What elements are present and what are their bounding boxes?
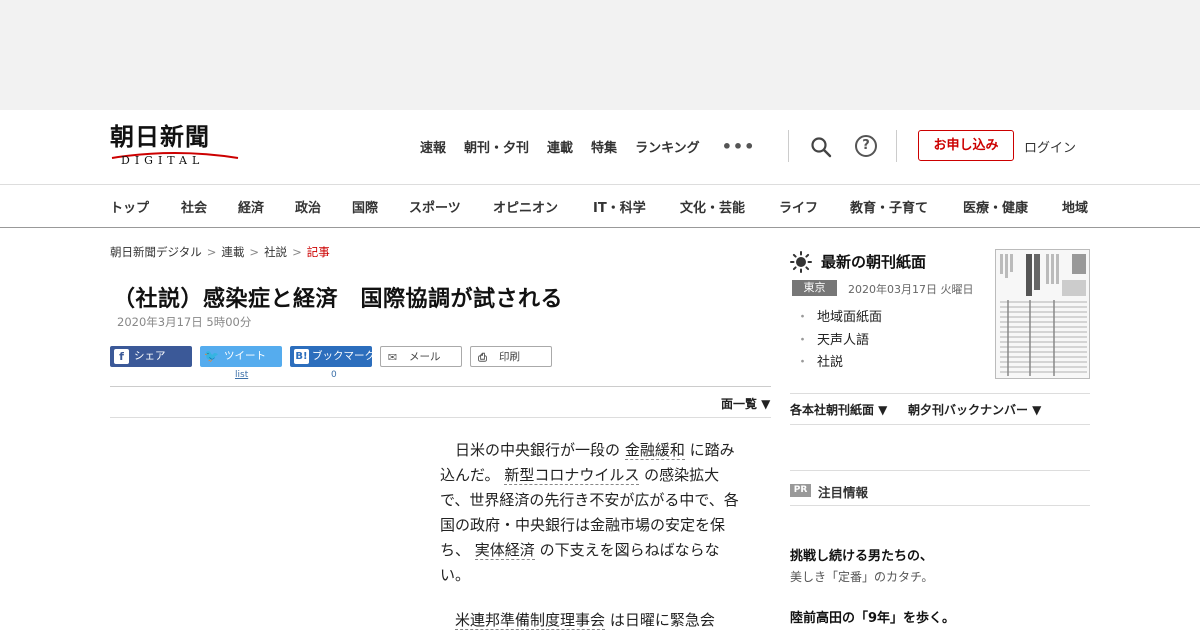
divider [790, 393, 1090, 394]
keyword-link[interactable]: 実体経済 [474, 541, 535, 560]
sidebar-link-label: 天声人語 [817, 333, 870, 348]
facebook-icon: f [114, 349, 129, 364]
logo-subtitle: DIGITAL [121, 154, 205, 167]
site-header: 朝日新聞 DIGITAL 速報 朝刊・夕刊 連載 特集 ランキング ••• ? … [0, 110, 1200, 228]
sidebar-link[interactable]: ・社説 [796, 351, 843, 370]
edition-badge: 東京 [792, 280, 837, 296]
page-list-dropdown[interactable]: 面一覧 ▼ [721, 395, 770, 412]
newspaper-page-image [996, 250, 1089, 378]
category-tab[interactable]: ライフ [779, 197, 818, 216]
sidebar-link[interactable]: ・天声人語 [796, 329, 869, 348]
breadcrumb-home[interactable]: 朝日新聞デジタル [110, 245, 202, 259]
edition-date: 2020年03月17日 火曜日 [848, 283, 974, 296]
nav-divider [896, 130, 897, 162]
divider [790, 470, 1090, 471]
divider [110, 386, 771, 387]
sidebar-link-label: 地域面紙面 [817, 310, 883, 325]
mail-icon: ✉ [387, 351, 398, 364]
category-tab[interactable]: 医療・健康 [963, 197, 1028, 216]
category-tab[interactable]: オピニオン [493, 197, 558, 216]
twitter-icon: 🐦 [204, 349, 219, 363]
print-button[interactable]: ⎙ 印刷 [470, 346, 552, 367]
article-title: （社説）感染症と経済 国際協調が試される [113, 287, 564, 312]
bullet-icon: ・ [796, 355, 810, 370]
facebook-share-button[interactable]: f シェア [110, 346, 192, 367]
category-tab[interactable]: 国際 [352, 197, 378, 216]
print-icon: ⎙ [478, 351, 487, 364]
ad-banner-area [0, 0, 1200, 110]
backnumber-dropdown[interactable]: 朝夕刊バックナンバー ▼ [908, 401, 1041, 418]
more-icon[interactable]: ••• [722, 137, 756, 156]
divider [790, 505, 1090, 506]
article-text: 日米の中央銀行が一段の [455, 441, 621, 459]
keyword-link[interactable]: 米連邦準備制度理事会 [455, 611, 606, 630]
breadcrumb: 朝日新聞デジタル > 連載 > 社説 > 記事 [110, 244, 330, 260]
mail-share-button[interactable]: ✉ メール [380, 346, 462, 367]
sidebar-link-label: 社説 [817, 355, 844, 370]
promo-title[interactable]: 挑戦し続ける男たちの、 [790, 545, 933, 564]
twitter-share-label: ツイート [224, 350, 266, 362]
divider [790, 424, 1090, 425]
search-icon[interactable] [810, 136, 832, 158]
help-icon[interactable]: ? [855, 135, 877, 157]
category-tab[interactable]: 経済 [238, 197, 264, 216]
print-label: 印刷 [499, 351, 520, 363]
logo-title: 朝日新聞 [110, 122, 210, 151]
regional-edition-dropdown[interactable]: 各本社朝刊紙面 ▼ [790, 401, 887, 418]
breadcrumb-series[interactable]: 連載 [221, 245, 244, 259]
breadcrumb-separator: > [292, 245, 302, 259]
login-link[interactable]: ログイン [1024, 137, 1076, 156]
pr-badge: PR [790, 484, 811, 497]
topnav-item[interactable]: 速報 [420, 137, 446, 156]
site-logo[interactable]: 朝日新聞 DIGITAL [110, 124, 240, 170]
twitter-share-button[interactable]: 🐦 ツイート [200, 346, 282, 367]
hatena-bookmark-button[interactable]: B! ブックマーク [290, 346, 375, 367]
divider [110, 417, 771, 418]
sidebar-title[interactable]: 最新の朝刊紙面 [821, 251, 926, 272]
newspaper-thumbnail[interactable] [995, 249, 1090, 379]
pr-section-title: 注目情報 [818, 485, 869, 500]
bullet-icon: ・ [796, 310, 810, 325]
topnav-item[interactable]: 朝刊・夕刊 [464, 137, 529, 156]
article-paragraph: 米連邦準備制度理事会 は日曜に緊急会 [440, 608, 745, 630]
keyword-link[interactable]: 金融緩和 [624, 441, 685, 460]
breadcrumb-current: 記事 [306, 245, 330, 259]
top-navigation: 速報 朝刊・夕刊 連載 特集 ランキング ••• [420, 136, 755, 156]
bullet-icon: ・ [796, 333, 810, 348]
article-date: 2020年3月17日 5時00分 [117, 315, 252, 329]
breadcrumb-separator: > [249, 245, 260, 259]
category-navigation: トップ 社会 経済 政治 国際 スポーツ オピニオン IT・科学 文化・芸能 ラ… [0, 184, 1200, 228]
category-tab[interactable]: IT・科学 [593, 197, 646, 216]
promo-subtitle[interactable]: 美しき「定番」のカタチ。 [790, 568, 933, 585]
mail-share-label: メール [409, 351, 441, 363]
category-tab[interactable]: スポーツ [409, 197, 461, 216]
topnav-item[interactable]: 特集 [591, 137, 617, 156]
article-paragraph: 日米の中央銀行が一段の 金融緩和 に踏み込んだ。 新型コロナウイルス の感染拡大… [440, 438, 745, 588]
nav-divider [788, 130, 789, 162]
keyword-link[interactable]: 新型コロナウイルス [504, 466, 640, 485]
hatena-bookmark-label: ブックマーク [312, 350, 375, 362]
category-tab[interactable]: 教育・子育て [850, 197, 928, 216]
category-tab[interactable]: 文化・芸能 [680, 197, 745, 216]
topnav-item[interactable]: ランキング [635, 137, 700, 156]
hatena-icon: B! [294, 349, 309, 364]
promo-title[interactable]: 陸前高田の「9年」を歩く。 [790, 607, 955, 626]
subscribe-button[interactable]: お申し込み [918, 130, 1014, 161]
twitter-count-link[interactable]: list [235, 370, 248, 380]
article-text: は日曜に緊急会 [609, 611, 715, 629]
category-tab[interactable]: 地域 [1062, 197, 1088, 216]
sun-icon [790, 251, 812, 273]
category-tab[interactable]: 政治 [295, 197, 321, 216]
facebook-share-label: シェア [134, 350, 166, 362]
sidebar-link[interactable]: ・地域面紙面 [796, 306, 882, 325]
category-tab[interactable]: 社会 [181, 197, 207, 216]
breadcrumb-separator: > [206, 245, 217, 259]
topnav-item[interactable]: 連載 [547, 137, 573, 156]
category-tab[interactable]: トップ [110, 197, 149, 216]
hatena-count[interactable]: 0 [331, 370, 337, 380]
breadcrumb-editorial[interactable]: 社説 [264, 245, 287, 259]
